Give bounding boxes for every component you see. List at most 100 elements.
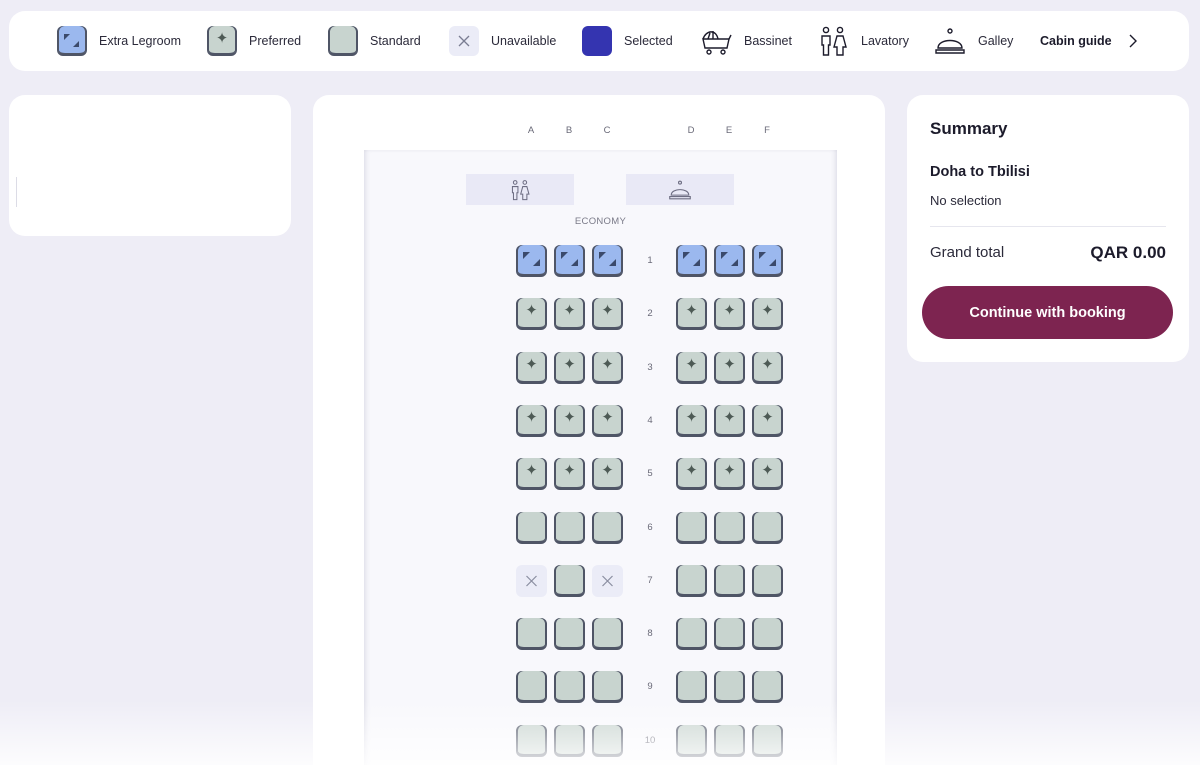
booking-summary-panel: Summary Doha to Tbilisi No selection Gra… [907,95,1189,362]
lavatory-facility [466,174,574,205]
continue-booking-button[interactable]: Continue with booking [922,286,1173,339]
sparkle-icon: ✦ [525,302,538,319]
seat-1e[interactable] [714,245,745,277]
seat-2f[interactable]: ✦ [752,298,783,330]
seat-3f[interactable]: ✦ [752,352,783,384]
seat-3d[interactable]: ✦ [676,352,707,384]
seat-4e[interactable]: ✦ [714,405,745,437]
unavailable-seat-icon [449,26,479,56]
seat-4f[interactable]: ✦ [752,405,783,437]
summary-divider [930,226,1166,227]
seat-2c[interactable]: ✦ [592,298,623,330]
aircraft-cabin: ECONOMY 1 ✦ ✦ ✦ ✦ ✦ ✦ 2 ✦ ✦ ✦ ✦ ✦ ✦ 3 ✦ ✦ ✦ ✦ ✦ ✦ 4 ✦ ✦ ✦ ✦ ✦ ✦ 5 6 7 8… [364,150,837,765]
seat-5d[interactable]: ✦ [676,458,707,490]
chevron-right-icon[interactable] [1126,34,1138,48]
seat-5f[interactable]: ✦ [752,458,783,490]
seat-5e[interactable]: ✦ [714,458,745,490]
preferred-seat-icon: ✦ [207,26,237,56]
sparkle-icon: ✦ [685,462,698,479]
cabin-guide-label[interactable]: Cabin guide [1040,34,1112,48]
seat-10b[interactable] [554,725,585,757]
panel-divider [16,177,17,207]
seat-9b[interactable] [554,671,585,703]
seat-6a[interactable] [516,512,547,544]
seat-8a[interactable] [516,618,547,650]
seat-2e[interactable]: ✦ [714,298,745,330]
seat-1a[interactable] [516,245,547,277]
column-letter-f: F [764,125,770,136]
cabin-guide-link[interactable]: Cabin guide [1040,11,1138,71]
seat-5c[interactable]: ✦ [592,458,623,490]
seat-8c[interactable] [592,618,623,650]
seat-10f[interactable] [752,725,783,757]
legend-label: Bassinet [744,34,792,48]
seat-7d[interactable] [676,565,707,597]
seat-9a[interactable] [516,671,547,703]
legend-galley: Galley [934,11,1013,71]
sparkle-icon: ✦ [525,356,538,373]
seat-8d[interactable] [676,618,707,650]
seat-1d[interactable] [676,245,707,277]
row-number: 8 [647,628,653,639]
selection-status: No selection [930,193,1002,208]
seat-6c[interactable] [592,512,623,544]
legend-bassinet: Bassinet [700,11,792,71]
seat-3c[interactable]: ✦ [592,352,623,384]
sparkle-icon: ✦ [685,356,698,373]
sparkle-icon: ✦ [761,462,774,479]
sparkle-icon: ✦ [723,356,736,373]
seat-4c[interactable]: ✦ [592,405,623,437]
seat-7e[interactable] [714,565,745,597]
seat-5b[interactable]: ✦ [554,458,585,490]
seat-3a[interactable]: ✦ [516,352,547,384]
seat-3b[interactable]: ✦ [554,352,585,384]
row-number: 2 [647,308,653,319]
row-number: 3 [647,362,653,373]
seat-2b[interactable]: ✦ [554,298,585,330]
seat-9c[interactable] [592,671,623,703]
row-number: 7 [647,575,653,586]
seat-4b[interactable]: ✦ [554,405,585,437]
summary-title: Summary [930,119,1008,138]
seat-7b[interactable] [554,565,585,597]
seat-8b[interactable] [554,618,585,650]
legend-preferred: ✦ Preferred [207,11,301,71]
seat-9f[interactable] [752,671,783,703]
seat-2a[interactable]: ✦ [516,298,547,330]
bassinet-icon [700,25,732,57]
seat-10d[interactable] [676,725,707,757]
sparkle-icon: ✦ [601,302,614,319]
seat-8e[interactable] [714,618,745,650]
seat-4a[interactable]: ✦ [516,405,547,437]
column-letter-b: B [565,125,573,136]
legend-unavailable: Unavailable [449,11,556,71]
seat-10a[interactable] [516,725,547,757]
seat-6d[interactable] [676,512,707,544]
grand-total-label: Grand total [930,244,1005,261]
seat-1f[interactable] [752,245,783,277]
galley-icon [669,180,691,199]
seat-3e[interactable]: ✦ [714,352,745,384]
row-number: 4 [647,415,653,426]
lavatory-icon [511,179,530,200]
seat-6e[interactable] [714,512,745,544]
seat-8f[interactable] [752,618,783,650]
seat-4d[interactable]: ✦ [676,405,707,437]
seat-5a[interactable]: ✦ [516,458,547,490]
row-number: 9 [647,681,653,692]
seat-6f[interactable] [752,512,783,544]
lavatory-icon [817,25,849,57]
seat-1c[interactable] [592,245,623,277]
seat-6b[interactable] [554,512,585,544]
seat-7f[interactable] [752,565,783,597]
seat-2d[interactable]: ✦ [676,298,707,330]
seat-10e[interactable] [714,725,745,757]
seat-1b[interactable] [554,245,585,277]
seat-9e[interactable] [714,671,745,703]
sparkle-icon: ✦ [601,356,614,373]
seat-map-panel: A B C D E F ECONOMY 1 ✦ ✦ ✦ ✦ ✦ ✦ 2 ✦ ✦ ✦ ✦ ✦ ✦ 3 ✦ ✦ ✦ ✦ ✦ ✦ 4 ✦ ✦ ✦… [313,95,885,765]
seat-10c[interactable] [592,725,623,757]
legend-standard: Standard [328,11,421,71]
sparkle-icon: ✦ [723,302,736,319]
seat-9d[interactable] [676,671,707,703]
